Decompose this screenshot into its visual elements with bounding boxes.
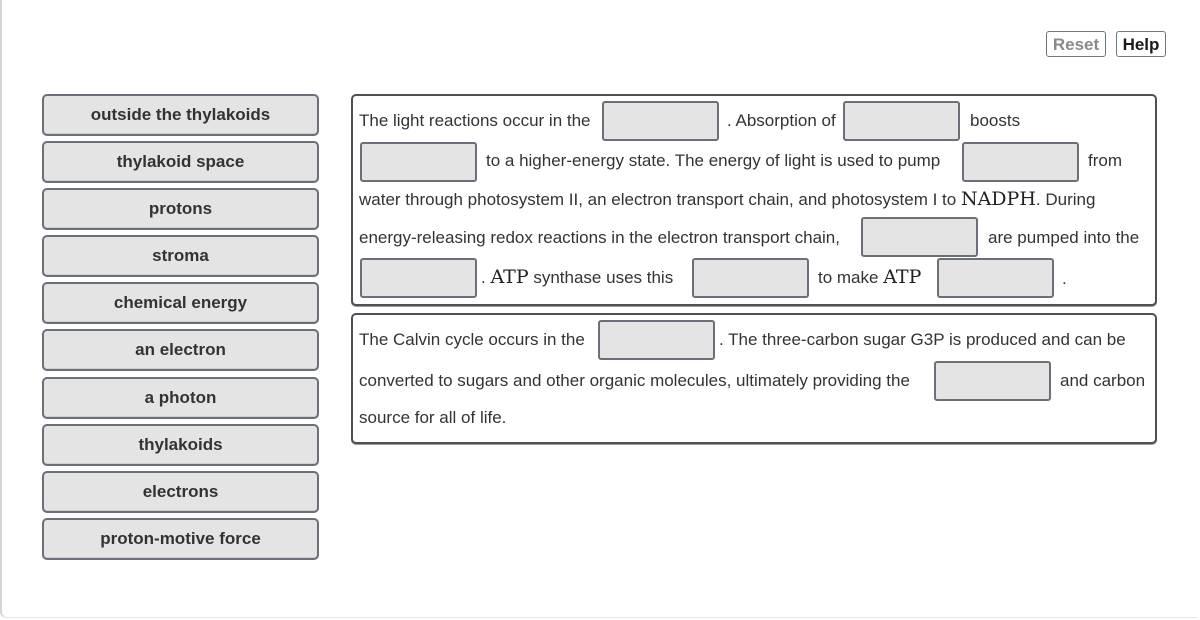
sentence-text: .	[1062, 269, 1067, 288]
label-tile-proton-motive-force[interactable]: proton-motive force	[42, 518, 319, 560]
drop-target-2[interactable]	[843, 101, 960, 141]
sentence-text: from	[1088, 151, 1122, 170]
sentence-text: energy-releasing redox reactions in the …	[359, 228, 840, 247]
sentence-text-part: synthase uses this	[533, 268, 674, 287]
help-button[interactable]: Help	[1116, 31, 1166, 57]
label-tile-a-photon[interactable]: a photon	[42, 377, 319, 419]
sentence-text-part: water through photosystem II, an electro…	[359, 190, 957, 209]
sentence-text: are pumped into the	[988, 228, 1140, 247]
reset-button[interactable]: Reset	[1046, 31, 1106, 57]
label-tile-thylakoids[interactable]: thylakoids	[42, 424, 319, 466]
sentence-text: . Absorption of	[727, 111, 836, 130]
sentence-text: and carbon	[1060, 371, 1146, 390]
label-tile-an-electron[interactable]: an electron	[42, 329, 319, 371]
atp-formula: ATP	[490, 266, 529, 288]
sentence-text: The Calvin cycle occurs in the	[359, 330, 585, 349]
atp-formula: ATP	[883, 266, 922, 288]
sentence-text: boosts	[970, 111, 1021, 130]
sentence-text-part: . During	[1035, 190, 1096, 209]
label-tile-protons[interactable]: protons	[42, 188, 319, 230]
sentence-text-part: .	[481, 268, 486, 287]
sentence-text: to make ATP	[818, 267, 921, 288]
label-tile-chemical-energy[interactable]: chemical energy	[42, 282, 319, 324]
sentence-text: water through photosystem II, an electro…	[359, 189, 1095, 210]
sentence-text: The light reactions occur in the	[359, 111, 591, 130]
drop-target-10[interactable]	[934, 361, 1051, 401]
sentence-text: . ATP synthase uses this	[481, 267, 673, 288]
drop-target-5[interactable]	[861, 217, 978, 257]
label-tile-stroma[interactable]: stroma	[42, 235, 319, 277]
drop-target-3[interactable]	[360, 142, 477, 182]
drop-target-6[interactable]	[360, 258, 477, 298]
drop-target-8[interactable]	[937, 258, 1054, 298]
drop-target-7[interactable]	[692, 258, 809, 298]
drop-target-1[interactable]	[602, 101, 719, 141]
sentence-text: . The three-carbon sugar G3P is produced…	[719, 330, 1126, 349]
label-tile-thylakoid-space[interactable]: thylakoid space	[42, 141, 319, 183]
drop-target-4[interactable]	[962, 142, 1079, 182]
label-tile-outside-the-thylakoids[interactable]: outside the thylakoids	[42, 94, 319, 136]
sentence-text: converted to sugars and other organic mo…	[359, 371, 910, 390]
nadph-formula: NADPH	[960, 188, 1036, 210]
sentence-text: to a higher-energy state. The energy of …	[486, 151, 941, 170]
label-tile-electrons[interactable]: electrons	[42, 471, 319, 513]
sentence-text: source for all of life.	[359, 408, 507, 427]
drop-target-9[interactable]	[598, 320, 715, 360]
sentence-text-part: to make	[818, 268, 879, 287]
